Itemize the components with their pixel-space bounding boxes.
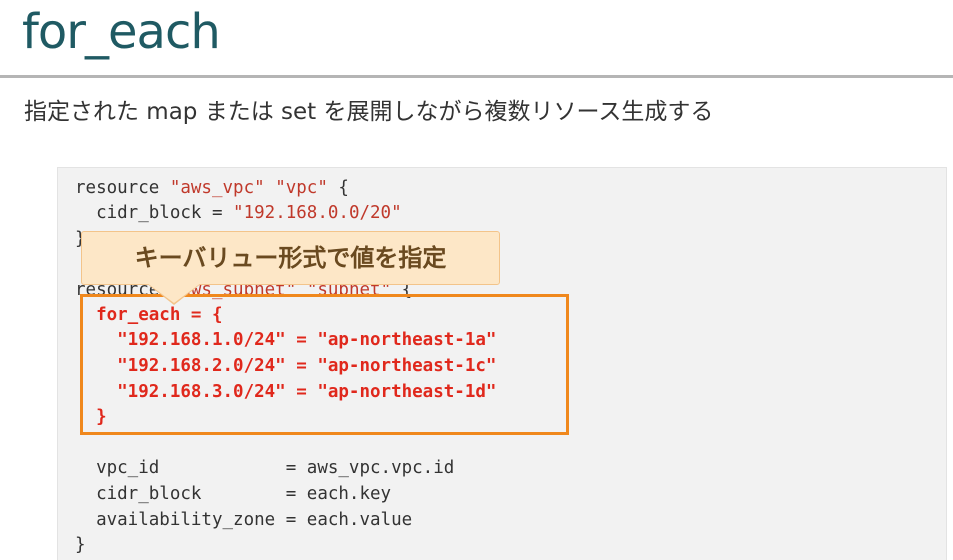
code-text: { [327,178,349,198]
code-string: "vpc" [275,178,328,198]
slide-subtitle: 指定された map または set を展開しながら複数リソース生成する [24,99,714,125]
callout-balloon: キーバリュー形式で値を指定 [81,231,500,285]
slide-title: for_each [22,4,221,60]
title-divider [0,75,953,78]
code-line: vpc_id = aws_vpc.vpc.id [75,458,455,478]
for-each-highlight-box [80,294,569,435]
code-line: } [75,535,86,555]
code-keyword: resource [75,178,170,198]
code-text: cidr_block = [75,203,234,223]
code-string: "aws_vpc" [169,178,265,198]
code-string: "192.168.0.0/20" [233,203,402,223]
slide: for_each 指定された map または set を展開しながら複数リソース… [0,0,953,560]
code-line: cidr_block = each.key [75,484,392,504]
code-line: resource "aws_vpc" "vpc" { [75,175,349,201]
code-line: cidr_block = "192.168.0.0/20" [75,200,402,226]
callout-pointer-fill [147,283,201,303]
code-line: availability_zone = each.value [75,510,413,530]
callout-text: キーバリュー形式で値を指定 [134,244,447,272]
